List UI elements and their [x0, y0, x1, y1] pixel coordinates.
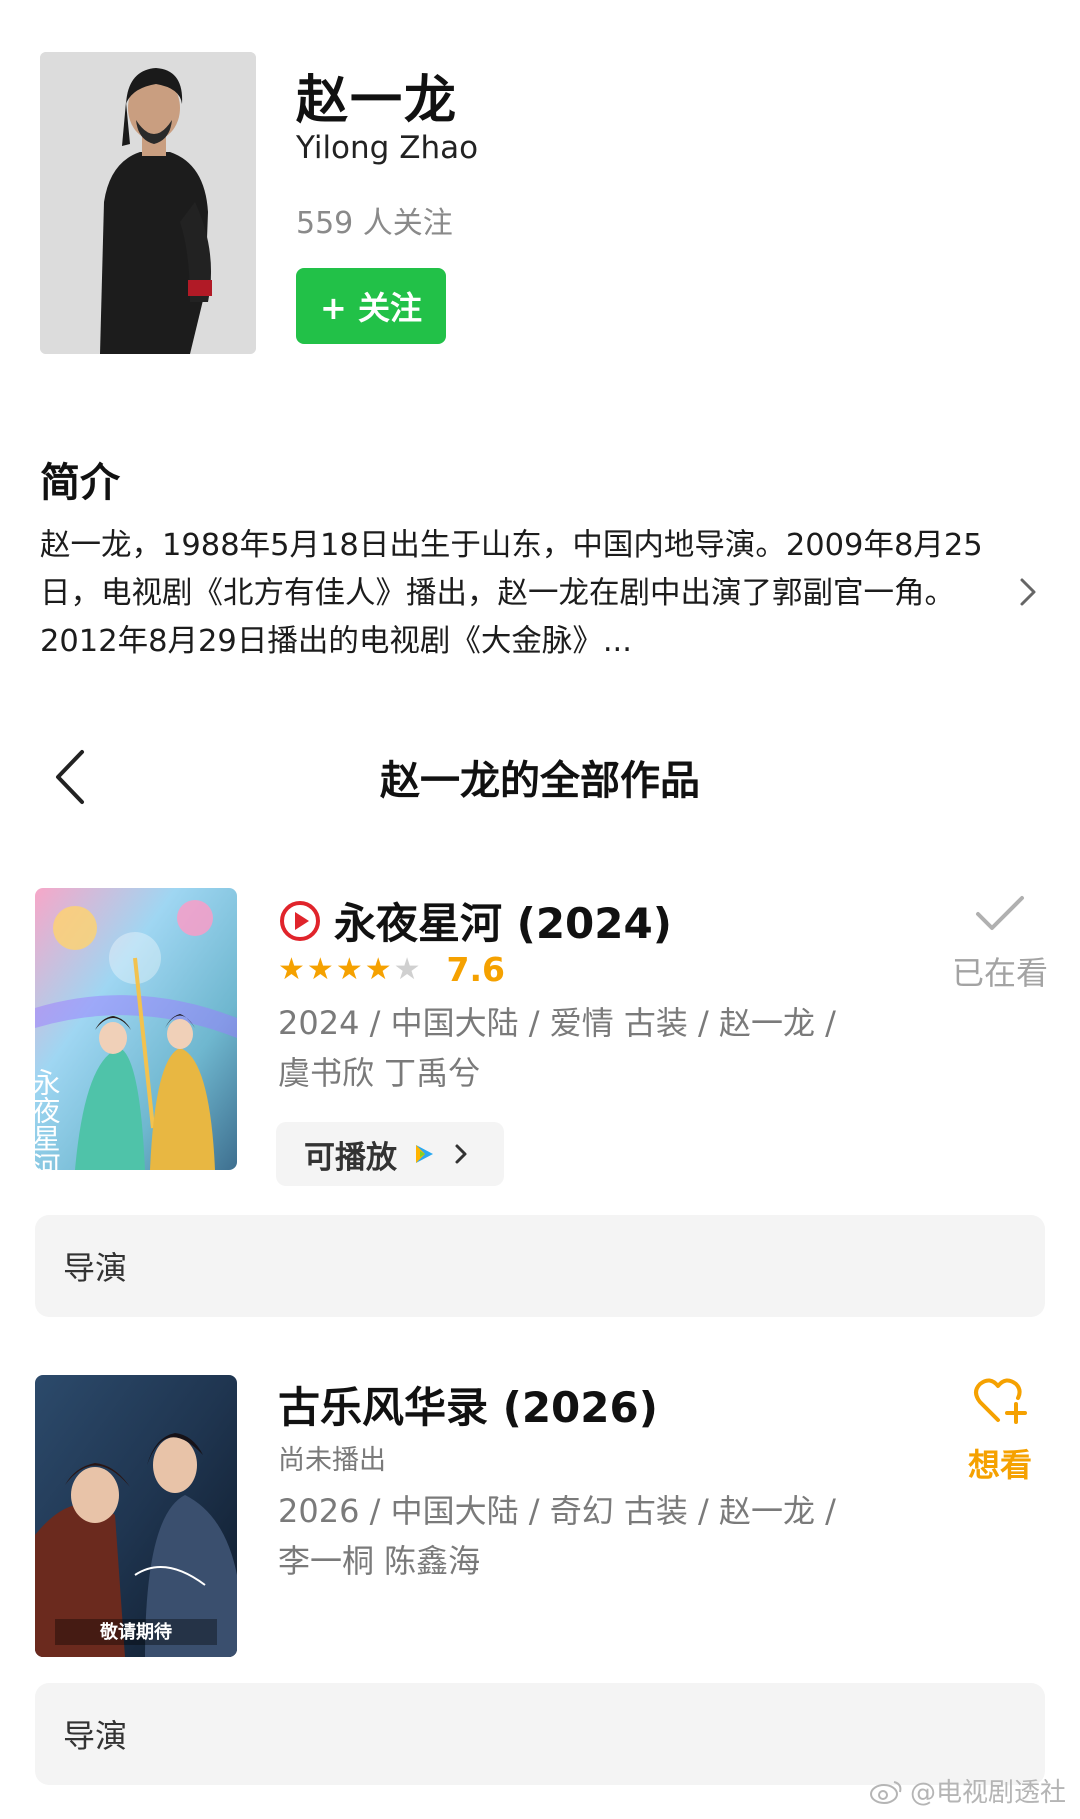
want-to-watch-label: 想看	[967, 1446, 1032, 1484]
svg-text:永夜星河: 永夜星河	[35, 1068, 62, 1170]
work-meta-line: 虞书欣 丁禹兮	[278, 1054, 481, 1092]
watermark: @电视剧透社	[869, 1772, 1066, 1809]
want-to-watch-button[interactable]: 想看	[940, 1376, 1060, 1486]
star-icon: ★	[335, 951, 363, 987]
work-title[interactable]: 古乐风华录 (2026)	[278, 1374, 658, 1435]
check-icon	[976, 896, 1024, 930]
star-empty-icon: ★	[393, 951, 421, 987]
person-name-en: Yilong Zhao	[296, 130, 479, 166]
chevron-right-icon	[455, 1144, 467, 1164]
follow-button[interactable]: + 关注	[296, 268, 446, 344]
play-source-icon	[280, 900, 320, 941]
intro-text[interactable]: 赵一龙，1988年5月18日出生于山东，中国内地导演。2009年8月25日，电视…	[40, 522, 985, 666]
work-meta-line: 2026 / 中国大陆 / 奇幻 古装 / 赵一龙 /	[278, 1492, 836, 1530]
star-icon: ★	[364, 951, 392, 987]
tencent-video-icon	[416, 1145, 433, 1163]
poster-text: 敬请期待	[99, 1621, 172, 1643]
playable-button[interactable]: 可播放	[276, 1122, 504, 1186]
work-meta: 2024 / 中国大陆 / 爱情 古装 / 赵一龙 / 虞书欣 丁禹兮	[278, 998, 928, 1098]
star-icon: ★	[278, 951, 305, 987]
work-meta: 2026 / 中国大陆 / 奇幻 古装 / 赵一龙 / 李一桐 陈鑫海	[278, 1486, 928, 1586]
role-label: 导演	[63, 1249, 128, 1287]
role-bar: 导演	[35, 1683, 1045, 1785]
profile-header: 赵一龙 Yilong Zhao 559 人关注 + 关注	[40, 52, 1040, 357]
heart-plus-icon	[974, 1378, 1027, 1424]
avatar[interactable]	[40, 52, 256, 354]
watching-label: 已在看	[951, 954, 1048, 992]
person-name-cn: 赵一龙	[296, 71, 459, 131]
rating-value: 7.6	[446, 950, 505, 989]
star-icon: ★	[306, 951, 334, 987]
work-title-text: 古乐风华录 (2026)	[278, 1383, 658, 1432]
role-label: 导演	[63, 1717, 128, 1755]
work-poster[interactable]: 永夜星河	[35, 888, 237, 1170]
work-title-text: 永夜星河 (2024)	[334, 899, 672, 948]
follower-count: 559 人关注	[296, 206, 453, 241]
intro-heading: 简介	[40, 460, 120, 506]
rating: ★ ★ ★ ★ ★ 7.6	[278, 950, 505, 989]
work-meta-line: 李一桐 陈鑫海	[278, 1542, 481, 1580]
role-bar: 导演	[35, 1215, 1045, 1317]
watermark-text: @电视剧透社	[909, 1778, 1066, 1808]
watching-status[interactable]: 已在看	[940, 894, 1060, 994]
works-title: 赵一龙的全部作品	[380, 758, 700, 804]
work-meta-line: 2024 / 中国大陆 / 爱情 古装 / 赵一龙 /	[278, 1004, 836, 1042]
work-title[interactable]: 永夜星河 (2024)	[278, 890, 672, 951]
weibo-icon	[869, 1780, 902, 1804]
work-poster[interactable]: 敬请期待	[35, 1375, 237, 1657]
chevron-right-icon[interactable]	[1008, 572, 1048, 612]
release-status: 尚未播出	[278, 1445, 386, 1476]
playable-label: 可播放	[304, 1139, 397, 1176]
